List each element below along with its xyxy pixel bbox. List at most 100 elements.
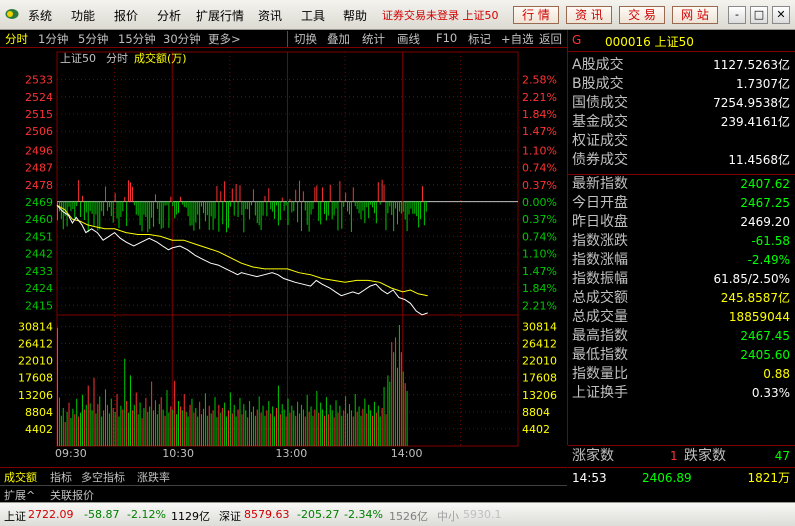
row-label: 指数涨跌 <box>572 233 628 249</box>
tab-related-quotes[interactable]: 关联报价 <box>50 487 94 503</box>
volume-tick-label: 30814 <box>18 320 53 333</box>
period-30min[interactable]: 30分钟 <box>163 31 201 47</box>
volume-tick-label-right: 17608 <box>522 372 557 385</box>
menu-bar: 系统 功能 报价 分析 扩展行情 资讯 工具 帮助 证券交易未登录 上证50 行… <box>0 0 795 30</box>
chart-toolbar: 分时 1分钟 5分钟 15分钟 30分钟 更多> 切换 叠加 统计 画线 F10… <box>0 30 567 48</box>
volume-tick-label: 22010 <box>18 355 53 368</box>
panel-row: 权证成交 <box>568 132 795 151</box>
tool-switch[interactable]: 切换 <box>294 31 317 47</box>
pct-tick-label: 1.47% <box>522 265 557 278</box>
row-value: 61.85/2.50% <box>713 272 790 286</box>
row-label: 指数振幅 <box>572 271 628 287</box>
tool-add-watchlist[interactable]: +自选 <box>501 31 534 47</box>
tool-statistics[interactable]: 统计 <box>362 31 385 47</box>
row-label: B股成交 <box>572 76 624 92</box>
pct-tick-label: 2.21% <box>522 299 557 312</box>
time-tick-label: 10:30 <box>162 447 194 460</box>
period-1min[interactable]: 1分钟 <box>38 31 68 47</box>
row-label: 最新指数 <box>572 176 628 192</box>
tick-time: 14:53 <box>572 471 607 485</box>
sz-index: 8579.63 <box>244 508 290 521</box>
volume-tick-label-right: 26412 <box>522 338 557 351</box>
tab-advance-decline[interactable]: 涨跌率 <box>137 469 170 485</box>
intraday-chart[interactable]: 2533 2524 2515 2506 2496 2487 2478 2469 2460 2451… <box>0 48 567 467</box>
tab-indicator[interactable]: 指标 <box>50 469 72 485</box>
maximize-button[interactable]: □ <box>750 6 768 24</box>
percent-axis-labels: 2.58% 2.21% 1.84% 1.47% 1.10% 0.74% 0.37% 0.00%… <box>522 74 557 436</box>
menu-extended-quotes[interactable]: 扩展行情 <box>196 7 244 24</box>
volume-tick-label-right: 30814 <box>522 320 557 333</box>
sz-pct: -2.34% <box>344 508 383 521</box>
trade-button[interactable]: 交 易 <box>619 6 665 24</box>
row-label: 指数量比 <box>572 366 628 382</box>
volume-tick-label-right: 13206 <box>522 389 557 402</box>
menu-function[interactable]: 功能 <box>71 7 95 24</box>
menu-news[interactable]: 资讯 <box>258 7 282 24</box>
row-value: 0.88 <box>763 367 790 381</box>
row-value: 245.8587亿 <box>720 291 790 305</box>
legend-volume: 成交额(万) <box>134 51 187 65</box>
panel-row: A股成交 1127.5263亿 <box>568 56 795 75</box>
menu-quote[interactable]: 报价 <box>114 7 138 24</box>
pct-tick-label: 0.37% <box>522 213 557 226</box>
panel-row: 指数量比 0.88 <box>568 365 795 384</box>
period-intraday[interactable]: 分时 <box>5 31 28 47</box>
row-value: 11.4568亿 <box>728 153 790 167</box>
tab-extension[interactable]: 扩展^ <box>4 487 35 503</box>
price-tick-label: 2433 <box>25 265 53 278</box>
tool-back[interactable]: 返回 <box>539 31 562 47</box>
price-tick-label: 2533 <box>25 74 53 87</box>
time-axis-labels: 09:30 10:30 13:00 14:00 <box>55 447 422 460</box>
time-tick-label: 14:00 <box>391 447 423 460</box>
row-value: 2467.45 <box>740 329 790 343</box>
menu-tools[interactable]: 工具 <box>301 7 325 24</box>
tool-mark[interactable]: 标记 <box>468 31 491 47</box>
period-more[interactable]: 更多> <box>208 31 241 47</box>
row-value: 2469.20 <box>740 215 790 229</box>
tool-draw-line[interactable]: 画线 <box>397 31 420 47</box>
row-value: 18859044 <box>728 310 790 324</box>
row-value: 0.33% <box>751 386 790 400</box>
menu-system[interactable]: 系统 <box>28 7 52 24</box>
menu-help[interactable]: 帮助 <box>343 7 367 24</box>
pct-tick-label: 0.00% <box>522 196 557 209</box>
time-tick-label: 09:30 <box>55 447 87 460</box>
tool-f10[interactable]: F10 <box>436 31 457 45</box>
period-5min[interactable]: 5分钟 <box>78 31 108 47</box>
volume-tick-label: 4402 <box>25 423 53 436</box>
row-label: 债券成交 <box>572 152 628 168</box>
panel-row: 最新指数 2407.62 <box>568 175 795 194</box>
tick-price: 2406.89 <box>642 471 692 485</box>
panel-row: 指数涨幅 -2.49% <box>568 251 795 270</box>
extension-tabs: 扩展^ 关联报价 <box>0 485 567 502</box>
row-label: 最低指数 <box>572 347 628 363</box>
row-label: 上证换手 <box>572 385 628 401</box>
row-value: 7254.9538亿 <box>713 96 790 110</box>
tool-overlay[interactable]: 叠加 <box>327 31 350 47</box>
panel-row: 债券成交 11.4568亿 <box>568 151 795 170</box>
panel-row: 今日开盘 2467.25 <box>568 194 795 213</box>
menu-analysis[interactable]: 分析 <box>157 7 181 24</box>
row-value: -61.58 <box>751 234 790 248</box>
panel-row: 基金成交 239.4161亿 <box>568 113 795 132</box>
minimize-button[interactable]: - <box>728 6 746 24</box>
price-tick-label: 2415 <box>25 299 53 312</box>
row-value: 239.4161亿 <box>720 115 790 129</box>
quotes-button[interactable]: 行 情 <box>513 6 559 24</box>
pct-tick-label: 1.84% <box>522 108 557 121</box>
pct-tick-label: 0.74% <box>522 230 557 243</box>
row-label: 权证成交 <box>572 133 628 149</box>
panel-row: 指数振幅 61.85/2.50% <box>568 270 795 289</box>
period-15min[interactable]: 15分钟 <box>118 31 156 47</box>
website-button[interactable]: 网 站 <box>672 6 718 24</box>
row-label: 国债成交 <box>572 95 628 111</box>
row-value: 2405.60 <box>740 348 790 362</box>
news-button[interactable]: 资 讯 <box>566 6 612 24</box>
tab-amount[interactable]: 成交额 <box>4 469 37 485</box>
tab-long-short[interactable]: 多空指标 <box>81 469 125 485</box>
price-tick-label: 2487 <box>25 162 53 175</box>
sz-change: -205.27 <box>297 508 340 521</box>
panel-divider-line <box>568 445 795 446</box>
close-button[interactable]: ✕ <box>772 6 790 24</box>
toolbar-divider <box>287 31 288 47</box>
